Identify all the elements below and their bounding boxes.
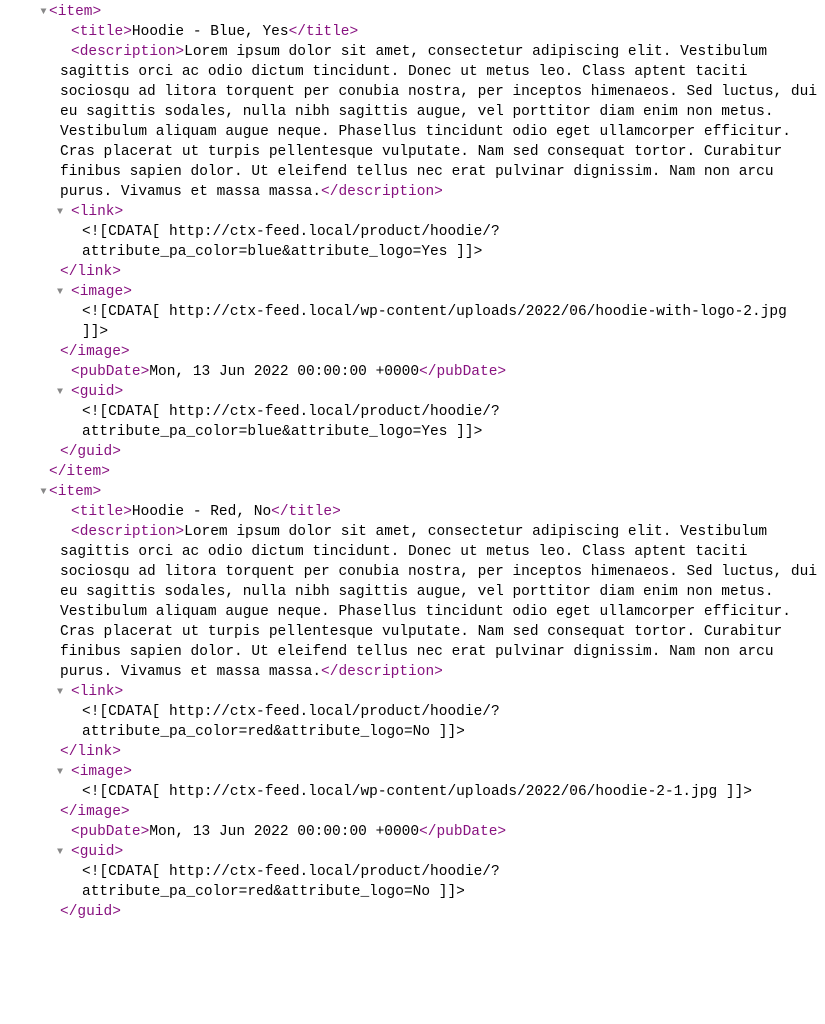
disclosure-triangle-icon[interactable]: ▼ (60, 686, 71, 700)
disclosure-triangle-icon[interactable]: ▼ (60, 846, 71, 860)
disclosure-triangle-icon[interactable]: ▼ (38, 6, 49, 20)
title-node: <title>Hoodie - Blue, Yes</title> (60, 22, 821, 42)
tag-link-open: <link> (71, 204, 123, 220)
cdata-text: <![CDATA[ http://ctx-feed.local/product/… (82, 222, 821, 262)
link-node[interactable]: ▼<link> (60, 202, 821, 222)
tag-title-close: </title> (289, 24, 359, 40)
item-close: </item> (38, 462, 821, 482)
description-text: Lorem ipsum dolor sit amet, consectetur … (60, 44, 817, 200)
tag-item-open: <item> (49, 484, 101, 500)
tag-title-close: </title> (271, 504, 341, 520)
tag-guid-open: <guid> (71, 844, 123, 860)
tag-pub-open: <pubDate> (71, 824, 149, 840)
title-text: Hoodie - Red, No (132, 504, 271, 520)
pubdate-text: Mon, 13 Jun 2022 00:00:00 +0000 (149, 824, 419, 840)
cdata-text: <![CDATA[ http://ctx-feed.local/product/… (82, 862, 821, 902)
disclosure-triangle-icon[interactable]: ▼ (60, 766, 71, 780)
description-node: <description>Lorem ipsum dolor sit amet,… (60, 42, 821, 202)
image-node[interactable]: ▼<image> (60, 282, 821, 302)
tag-item-open: <item> (49, 4, 101, 20)
tag-desc-close: </description> (321, 184, 443, 200)
disclosure-triangle-icon[interactable]: ▼ (60, 386, 71, 400)
xml-tree: ▼<item> <title>Hoodie - Blue, Yes</title… (4, 2, 821, 922)
disclosure-triangle-icon[interactable]: ▼ (38, 486, 49, 500)
tag-desc-open: <description> (71, 44, 184, 60)
guid-close: </guid> (60, 442, 821, 462)
pubdate-node: <pubDate>Mon, 13 Jun 2022 00:00:00 +0000… (60, 822, 821, 842)
item-node[interactable]: ▼<item> (38, 482, 821, 502)
tag-title-open: <title> (71, 504, 132, 520)
cdata-text: <![CDATA[ http://ctx-feed.local/wp-conte… (82, 782, 821, 802)
guid-node[interactable]: ▼<guid> (60, 382, 821, 402)
tag-title-open: <title> (71, 24, 132, 40)
title-node: <title>Hoodie - Red, No</title> (60, 502, 821, 522)
link-close: </link> (60, 262, 821, 282)
cdata-text: <![CDATA[ http://ctx-feed.local/product/… (82, 702, 821, 742)
image-node[interactable]: ▼<image> (60, 762, 821, 782)
tag-guid-open: <guid> (71, 384, 123, 400)
disclosure-triangle-icon[interactable]: ▼ (60, 286, 71, 300)
description-node: <description>Lorem ipsum dolor sit amet,… (60, 522, 821, 682)
tag-pub-open: <pubDate> (71, 364, 149, 380)
guid-close: </guid> (60, 902, 821, 922)
tag-image-open: <image> (71, 284, 132, 300)
tag-pub-close: </pubDate> (419, 824, 506, 840)
pubdate-text: Mon, 13 Jun 2022 00:00:00 +0000 (149, 364, 419, 380)
image-close: </image> (60, 342, 821, 362)
image-close: </image> (60, 802, 821, 822)
tag-desc-close: </description> (321, 664, 443, 680)
tag-pub-close: </pubDate> (419, 364, 506, 380)
description-text: Lorem ipsum dolor sit amet, consectetur … (60, 524, 817, 680)
cdata-text: <![CDATA[ http://ctx-feed.local/product/… (82, 402, 821, 442)
guid-node[interactable]: ▼<guid> (60, 842, 821, 862)
item-node[interactable]: ▼<item> (38, 2, 821, 22)
tag-image-open: <image> (71, 764, 132, 780)
cdata-text: <![CDATA[ http://ctx-feed.local/wp-conte… (82, 302, 821, 342)
link-node[interactable]: ▼<link> (60, 682, 821, 702)
title-text: Hoodie - Blue, Yes (132, 24, 289, 40)
link-close: </link> (60, 742, 821, 762)
tag-desc-open: <description> (71, 524, 184, 540)
tag-link-open: <link> (71, 684, 123, 700)
pubdate-node: <pubDate>Mon, 13 Jun 2022 00:00:00 +0000… (60, 362, 821, 382)
disclosure-triangle-icon[interactable]: ▼ (60, 206, 71, 220)
